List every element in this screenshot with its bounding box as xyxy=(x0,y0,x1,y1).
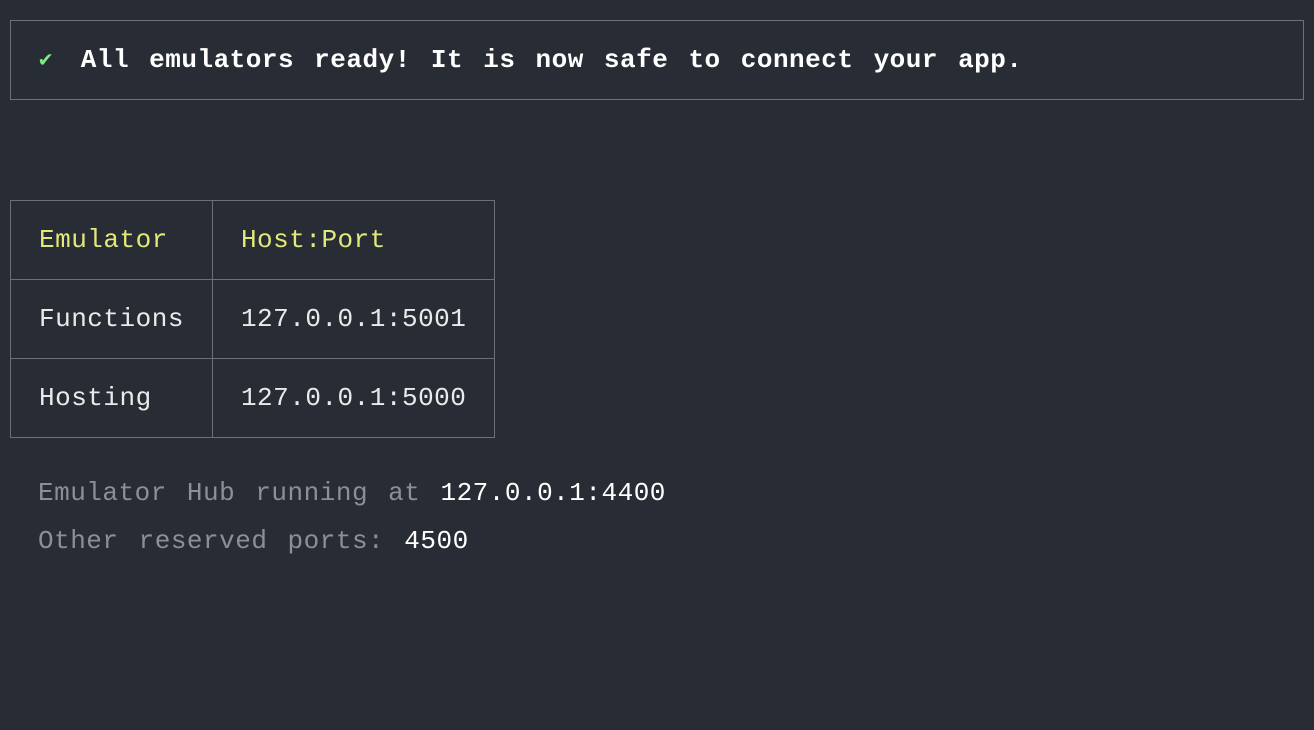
reserved-ports: 4500 xyxy=(404,526,468,556)
emulator-hostport-cell: 127.0.0.1:5000 xyxy=(212,359,494,438)
reserved-ports-line: Other reserved ports: 4500 xyxy=(38,526,1304,556)
table-header-row: Emulator Host:Port xyxy=(11,201,495,280)
reserved-label: Other reserved ports: xyxy=(38,526,404,556)
banner-message: All emulators ready! It is now safe to c… xyxy=(81,45,1023,75)
emulator-hostport-cell: 127.0.0.1:5001 xyxy=(212,280,494,359)
header-host-port: Host:Port xyxy=(212,201,494,280)
table-row: Functions 127.0.0.1:5001 xyxy=(11,280,495,359)
emulator-name-cell: Functions xyxy=(11,280,213,359)
header-emulator: Emulator xyxy=(11,201,213,280)
status-banner: ✔ All emulators ready! It is now safe to… xyxy=(10,20,1304,100)
emulator-name-cell: Hosting xyxy=(11,359,213,438)
hub-label: Emulator Hub running at xyxy=(38,478,440,508)
hub-address: 127.0.0.1:4400 xyxy=(440,478,665,508)
checkmark-icon: ✔ xyxy=(39,47,53,73)
table-row: Hosting 127.0.0.1:5000 xyxy=(11,359,495,438)
emulator-hub-line: Emulator Hub running at 127.0.0.1:4400 xyxy=(38,478,1304,508)
emulator-table: Emulator Host:Port Functions 127.0.0.1:5… xyxy=(10,200,495,438)
